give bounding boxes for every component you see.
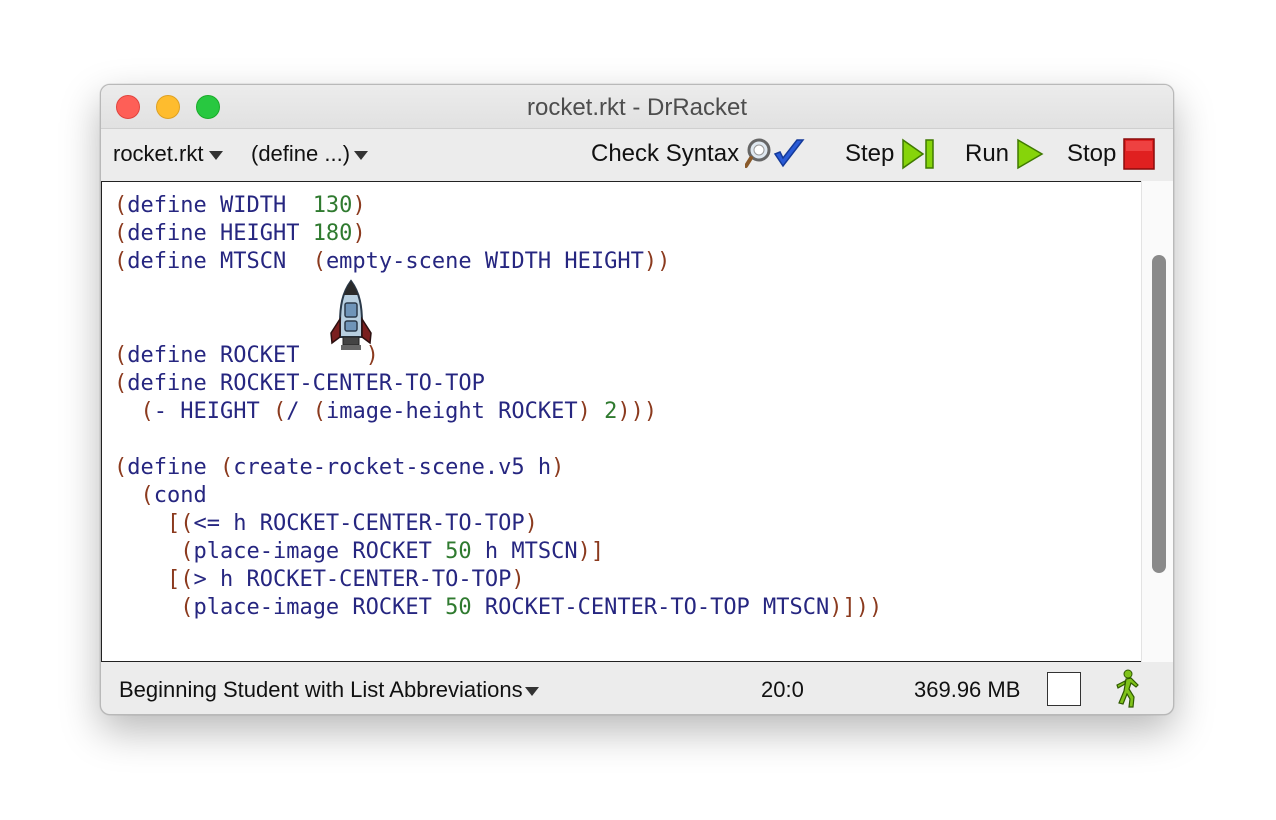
definitions-editor[interactable]: (define WIDTH 130) (define HEIGHT 180) (… xyxy=(101,181,1141,662)
language-label: Beginning Student with List Abbreviation… xyxy=(119,677,523,702)
scrollbar-thumb[interactable] xyxy=(1152,255,1166,573)
code-line: (define MTSCN (empty-scene WIDTH HEIGHT)… xyxy=(114,249,671,274)
stop-button[interactable]: Stop xyxy=(1067,135,1156,173)
run-label: Run xyxy=(965,140,1010,167)
step-icon xyxy=(902,138,935,170)
status-bar: Beginning Student with List Abbreviation… xyxy=(101,663,1173,714)
magnifier-check-icon xyxy=(745,138,805,168)
run-button[interactable]: Run xyxy=(965,135,1045,173)
code-line: (define HEIGHT 180) xyxy=(114,221,366,246)
code-area[interactable]: (define WIDTH 130) (define HEIGHT 180) (… xyxy=(114,192,882,622)
drracket-window: rocket.rkt - DrRacket rocket.rkt (define… xyxy=(100,84,1174,715)
define-menu-label: (define ...) xyxy=(251,141,351,166)
code-line: (place-image ROCKET 50 h MTSCN)] xyxy=(180,539,605,564)
stop-label: Stop xyxy=(1067,140,1117,167)
vertical-scrollbar[interactable] xyxy=(1141,181,1173,662)
code-line: [(<= h ROCKET-CENTER-TO-TOP) xyxy=(166,511,538,536)
file-menu[interactable]: rocket.rkt xyxy=(113,141,224,167)
running-man-icon xyxy=(1116,669,1139,708)
toolbar: rocket.rkt (define ...) Check Syntax Ste… xyxy=(101,129,1173,181)
code-line: (define ROCKET ) xyxy=(114,343,379,368)
check-syntax-button[interactable]: Check Syntax xyxy=(591,135,809,173)
step-label: Step xyxy=(845,140,895,167)
code-line: [(> h ROCKET-CENTER-TO-TOP) xyxy=(166,567,525,592)
chevron-down-icon xyxy=(524,686,539,696)
code-line: (place-image ROCKET 50 ROCKET-CENTER-TO-… xyxy=(180,595,883,620)
code-line: (define (create-rocket-scene.v5 h) xyxy=(114,455,565,480)
title-bar: rocket.rkt - DrRacket xyxy=(101,85,1173,129)
code-line: (- HEIGHT (/ (image-height ROCKET) 2))) xyxy=(140,399,658,424)
define-menu[interactable]: (define ...) xyxy=(251,141,369,167)
chevron-down-icon xyxy=(354,150,369,160)
memory-usage[interactable]: 369.96 MB xyxy=(914,677,1020,703)
stop-icon xyxy=(1123,138,1156,170)
cursor-position: 20:0 xyxy=(761,677,804,702)
file-menu-label: rocket.rkt xyxy=(113,141,204,166)
step-button[interactable]: Step xyxy=(845,135,936,173)
gc-indicator xyxy=(1047,672,1081,706)
code-line: (cond xyxy=(140,483,207,508)
rocket-icon xyxy=(330,279,372,350)
language-menu[interactable]: Beginning Student with List Abbreviation… xyxy=(119,677,539,703)
window-title: rocket.rkt - DrRacket xyxy=(526,94,748,121)
check-syntax-label: Check Syntax xyxy=(591,140,740,167)
code-line: (define WIDTH 130) xyxy=(114,193,366,218)
code-line: (define ROCKET-CENTER-TO-TOP xyxy=(114,371,485,396)
chevron-down-icon xyxy=(209,150,224,160)
run-icon xyxy=(1017,138,1044,170)
